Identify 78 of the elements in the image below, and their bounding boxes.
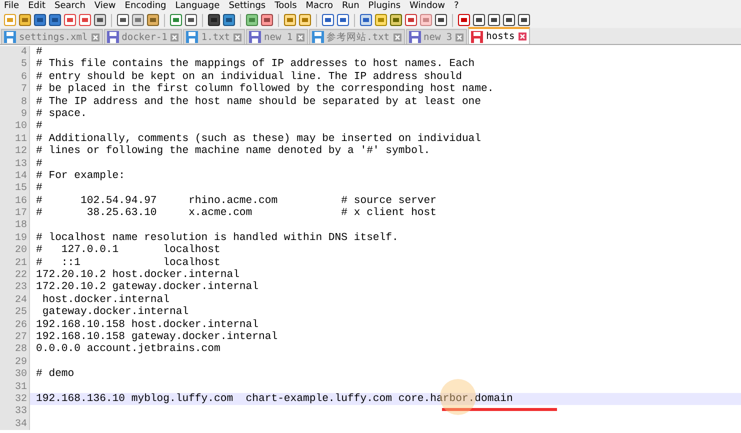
menu-item[interactable]: Edit [28,0,46,12]
code-line: # space. [36,108,87,120]
code-line: # demo [36,368,74,380]
line-number: 8 [20,96,27,108]
code-line: 192.168.136.10 myblog.luffy.com chart-example.luffy.com core.harbor.domain [36,392,513,405]
code-line: 172.20.10.2 gateway.docker.internal [36,281,259,294]
line-number: 33 [14,406,27,418]
tab-label: 参考网站.txt [326,30,390,44]
line-number: 5 [20,59,27,70]
code-line: host.docker.internal [41,294,170,306]
line-number: 19 [14,232,27,244]
tab-label: hosts [486,31,515,42]
tab-label: docker-1 [122,32,168,42]
code-line: # This file contains the mappings of IP addresses to host names. Each [36,58,475,70]
code-line: 192.168.10.158 gateway.docker.internal [36,330,278,343]
file-tab[interactable]: hosts [468,27,530,44]
menu-item[interactable]: Settings [228,0,266,12]
line-number: 17 [14,208,27,220]
line-number: 34 [14,418,27,430]
code-line: 0.0.0.0 account.jetbrains.com [36,343,220,356]
menu-item[interactable]: File [4,0,20,12]
line-number: 30 [14,369,27,380]
code-line: # ::1 localhost [36,256,220,269]
code-line: gateway.docker.internal [41,306,189,318]
menu-item[interactable]: Encoding [124,0,166,12]
line-number: 15 [14,183,27,194]
code-line: # localhost name resolution is handled within DNS itself. [36,232,398,244]
code-line: # The IP address and the host name should be separated by at least one [36,96,482,108]
code-line: # 127.0.0.1 localhost [36,244,220,256]
tab-label: 1.txt [201,32,230,42]
menu-item[interactable]: Language [175,0,220,12]
menu-item[interactable]: Window [410,0,446,12]
line-number: 21 [14,258,27,269]
line-number: 4 [20,47,27,58]
code-line: # [36,46,42,58]
line-number: 20 [14,245,27,256]
line-number: 13 [14,158,27,170]
line-number: 29 [14,356,27,368]
menu-item[interactable]: View [94,0,116,12]
line-number: 27 [14,332,27,343]
menu-item[interactable]: Search [54,0,86,12]
code-line: # Additionally, comments (such as these) may be inserted on individual [36,132,482,145]
code-line: # [36,158,42,170]
line-number: 25 [14,307,27,318]
code-line: # For example: [36,170,126,182]
code-line: # [36,120,42,132]
line-number: 12 [14,146,27,158]
line-number: 6 [20,72,27,83]
code-line: # 102.54.94.97 rhino.acme.com # source server [36,194,437,207]
line-number: 32 [14,394,27,405]
line-number: 23 [14,282,27,294]
line-number: 31 [14,382,27,393]
tab-label: new 3 [424,32,452,42]
menu-item[interactable]: Run [342,0,360,12]
line-number: 10 [14,121,27,132]
code-line: 172.20.10.2 host.docker.internal [36,269,240,282]
code-line: # [36,182,42,194]
code-line: # lines or following the machine name denoted by a '#' symbol. [36,145,430,158]
line-number: 11 [14,134,27,145]
line-number: 16 [14,196,27,207]
menu-item[interactable]: Tools [274,0,297,12]
line-number: 24 [14,294,27,306]
tab-label: settings.xml [19,32,88,42]
menu-item[interactable]: Plugins [368,0,401,12]
line-number: 28 [14,344,27,356]
tab-label: new 1 [264,32,293,42]
code-line: # 38.25.63.10 x.acme.com # x client host [36,207,437,220]
line-number: 18 [14,220,27,232]
menu-item[interactable]: Macro [306,0,334,12]
line-number: 22 [14,270,27,282]
menu-item[interactable]: ? [454,0,459,12]
line-number: 9 [20,108,27,120]
line-number: 7 [20,84,27,96]
code-line: # be placed in the first column followed by the corresponding host name. [36,83,494,96]
code-line: # entry should be kept on an individual line. The IP address should [36,70,462,83]
line-number: 14 [14,170,27,182]
line-number: 26 [14,320,27,331]
code-line: 192.168.10.158 host.docker.internal [36,318,259,331]
